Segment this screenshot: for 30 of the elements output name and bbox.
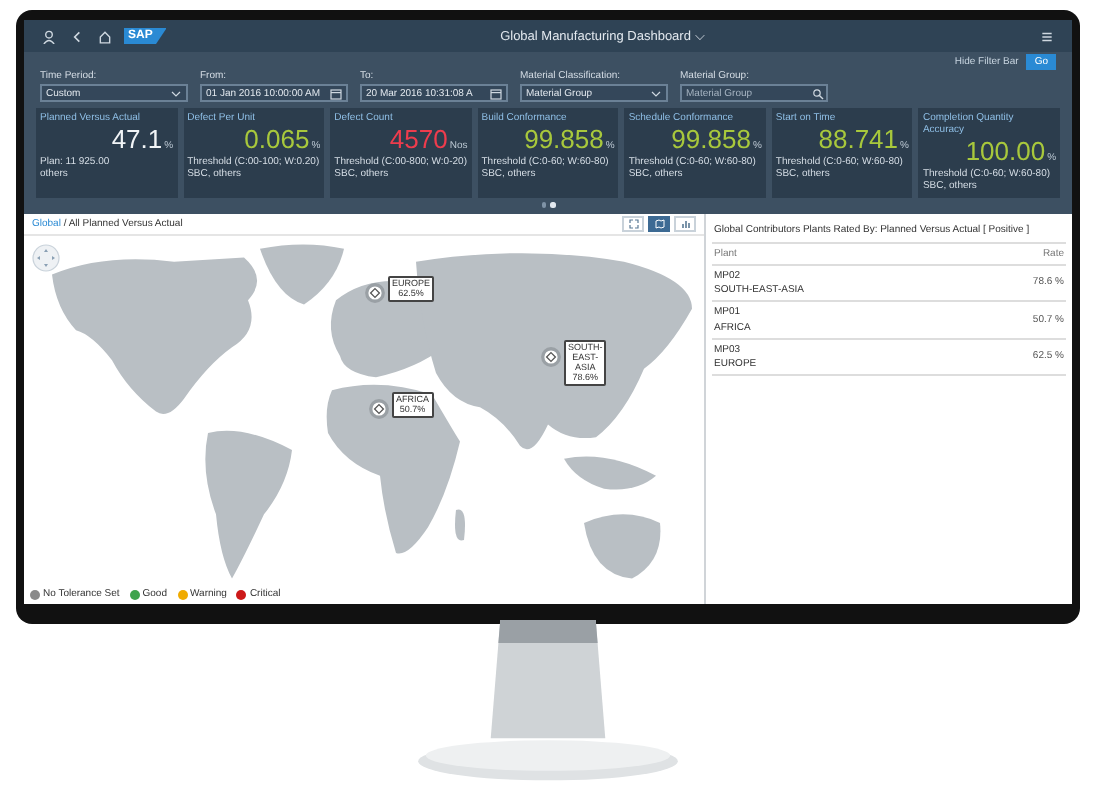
page-indicator-dot[interactable] xyxy=(541,202,546,207)
bar-chart-icon xyxy=(679,217,691,229)
kpi-value: 0.065 xyxy=(244,126,310,154)
menu-icon xyxy=(1040,29,1054,43)
back-button[interactable] xyxy=(68,27,86,45)
map-marker-icon xyxy=(364,281,386,303)
kpi-value: 88.741 xyxy=(818,126,899,154)
home-icon xyxy=(98,29,112,43)
kpi-value: 99.858 xyxy=(671,126,751,154)
page-indicator-dot[interactable] xyxy=(550,202,555,207)
kpi-value: 99.858 xyxy=(524,126,604,154)
home-button[interactable] xyxy=(96,27,114,45)
map-marker-icon xyxy=(368,397,390,419)
fullscreen-icon xyxy=(627,217,639,229)
kpi-value: 47.1 xyxy=(111,126,163,154)
dropdown-icon xyxy=(170,87,182,99)
map-icon xyxy=(653,217,665,229)
back-icon xyxy=(70,29,84,43)
chart-view-button[interactable] xyxy=(674,215,696,231)
dropdown-icon xyxy=(650,87,662,99)
person-icon xyxy=(42,29,56,43)
menu-button[interactable] xyxy=(1038,27,1056,45)
kpi-value: 100.00 xyxy=(965,138,1046,166)
user-button[interactable] xyxy=(40,27,58,45)
calendar-icon xyxy=(330,87,342,99)
kpi-value: 4570 xyxy=(389,126,448,154)
calendar-icon xyxy=(490,87,502,99)
map-marker-icon xyxy=(540,345,562,367)
map-view-button[interactable] xyxy=(648,215,670,231)
search-icon xyxy=(812,87,824,99)
